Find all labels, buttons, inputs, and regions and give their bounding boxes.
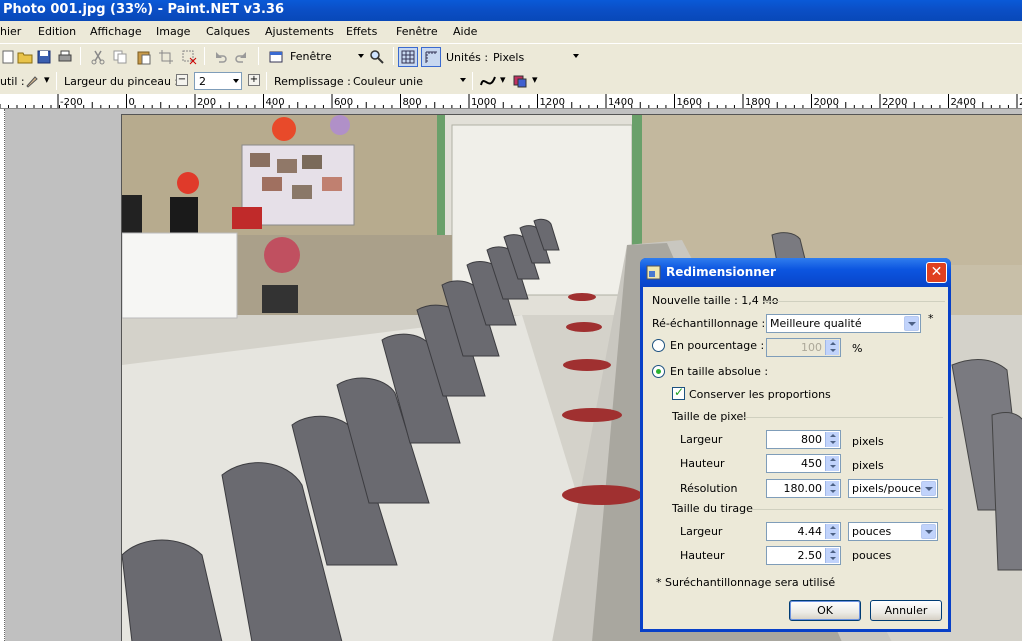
ok-button[interactable]: OK xyxy=(789,600,861,621)
height-value: 450 xyxy=(801,457,822,470)
spinner-icon[interactable] xyxy=(825,456,839,471)
spinner-icon[interactable] xyxy=(825,524,839,539)
percent-unit: % xyxy=(852,342,863,355)
print-unit-dropdown[interactable]: pouces xyxy=(848,522,938,541)
resolution-input[interactable]: 180.00 xyxy=(766,479,841,498)
resample-value: Meilleure qualité xyxy=(770,317,862,330)
percent-label: En pourcentage : xyxy=(670,339,765,352)
cancel-button[interactable]: Annuler xyxy=(870,600,942,621)
resolution-unit-dropdown[interactable]: pixels/pouce xyxy=(848,479,938,498)
keep-ratio-label: Conserver les proportions xyxy=(689,388,831,401)
height-label: Hauteur xyxy=(680,457,725,470)
divider xyxy=(749,509,943,510)
print-size-group-label: Taille du tirage xyxy=(672,502,753,515)
dialog-title: Redimensionner xyxy=(666,265,776,279)
divider xyxy=(763,301,945,302)
close-button[interactable]: ✕ xyxy=(926,262,947,283)
print-width-input[interactable]: 4.44 xyxy=(766,522,841,541)
dialog-body: Nouvelle taille : 1,4 Mo Ré-échantillonn… xyxy=(643,287,948,629)
dialog-title-bar[interactable]: Redimensionner ✕ xyxy=(640,258,951,287)
chevron-down-icon xyxy=(904,316,919,331)
chevron-down-icon xyxy=(921,481,936,496)
percent-input[interactable]: 100 xyxy=(766,338,841,357)
print-height-value: 2.50 xyxy=(797,549,823,562)
spinner-icon[interactable] xyxy=(825,432,839,447)
print-height-input[interactable]: 2.50 xyxy=(766,546,841,565)
percent-radio[interactable] xyxy=(652,339,665,352)
height-unit: pixels xyxy=(852,459,884,472)
keep-ratio-checkbox[interactable] xyxy=(672,385,685,400)
pixel-size-group-label: Taille de pixel xyxy=(672,410,747,423)
new-size-label: Nouvelle taille : 1,4 Mo xyxy=(652,294,779,307)
divider xyxy=(743,417,943,418)
height-input[interactable]: 450 xyxy=(766,454,841,473)
percent-value: 100 xyxy=(801,341,822,354)
width-unit: pixels xyxy=(852,435,884,448)
footnote-text: * Suréchantillonnage sera utilisé xyxy=(656,576,836,589)
width-value: 800 xyxy=(801,433,822,446)
resolution-unit-value: pixels/pouce xyxy=(852,482,921,495)
print-width-label: Largeur xyxy=(680,525,723,538)
chevron-down-icon xyxy=(921,524,936,539)
width-label: Largeur xyxy=(680,433,723,446)
resize-dialog: Redimensionner ✕ Nouvelle taille : 1,4 M… xyxy=(640,258,951,632)
resolution-value: 180.00 xyxy=(783,482,823,495)
resize-icon xyxy=(646,265,661,280)
print-height-unit: pouces xyxy=(852,549,892,562)
absolute-size-label: En taille absolue : xyxy=(670,365,769,378)
absolute-size-radio[interactable] xyxy=(652,365,665,378)
resolution-label: Résolution xyxy=(680,482,738,495)
width-input[interactable]: 800 xyxy=(766,430,841,449)
resample-label: Ré-échantillonnage : xyxy=(652,317,766,330)
footnote-marker: * xyxy=(928,312,934,325)
print-width-value: 4.44 xyxy=(797,525,823,538)
spinner-icon[interactable] xyxy=(825,548,839,563)
resample-dropdown[interactable]: Meilleure qualité xyxy=(766,314,921,333)
print-unit-value: pouces xyxy=(852,525,892,538)
spinner-icon[interactable] xyxy=(825,481,839,496)
spinner-icon[interactable] xyxy=(825,340,839,355)
print-height-label: Hauteur xyxy=(680,549,725,562)
